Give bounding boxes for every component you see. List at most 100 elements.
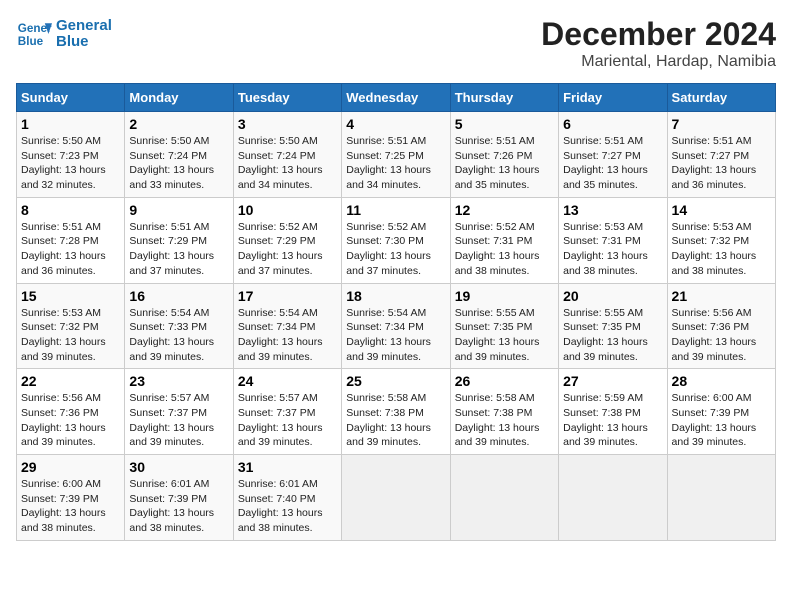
day-number: 17 bbox=[238, 288, 337, 304]
day-info: Sunrise: 6:01 AMSunset: 7:40 PMDaylight:… bbox=[238, 477, 337, 536]
day-info: Sunrise: 5:50 AMSunset: 7:23 PMDaylight:… bbox=[21, 134, 120, 193]
day-number: 10 bbox=[238, 202, 337, 218]
col-sunday: Sunday bbox=[17, 84, 125, 112]
day-number: 30 bbox=[129, 459, 228, 475]
day-cell: 25 Sunrise: 5:58 AMSunset: 7:38 PMDayligh… bbox=[342, 369, 450, 455]
col-thursday: Thursday bbox=[450, 84, 558, 112]
day-info: Sunrise: 5:51 AMSunset: 7:28 PMDaylight:… bbox=[21, 220, 120, 279]
day-cell: 31 Sunrise: 6:01 AMSunset: 7:40 PMDayligh… bbox=[233, 455, 341, 541]
day-cell: 1Sunrise: 5:50 AMSunset: 7:23 PMDaylight… bbox=[17, 112, 125, 198]
calendar-row: 22 Sunrise: 5:56 AMSunset: 7:36 PMDayligh… bbox=[17, 369, 776, 455]
day-info: Sunrise: 5:57 AMSunset: 7:37 PMDaylight:… bbox=[129, 391, 228, 450]
day-info: Sunrise: 5:56 AMSunset: 7:36 PMDaylight:… bbox=[21, 391, 120, 450]
day-cell: 15 Sunrise: 5:53 AMSunset: 7:32 PMDayligh… bbox=[17, 283, 125, 369]
day-number: 28 bbox=[672, 373, 771, 389]
day-cell: 10 Sunrise: 5:52 AMSunset: 7:29 PMDayligh… bbox=[233, 197, 341, 283]
day-info: Sunrise: 5:54 AMSunset: 7:34 PMDaylight:… bbox=[346, 306, 445, 365]
day-cell: 21Sunrise: 5:56 AMSunset: 7:36 PMDayligh… bbox=[667, 283, 775, 369]
col-monday: Monday bbox=[125, 84, 233, 112]
day-info: Sunrise: 5:52 AMSunset: 7:30 PMDaylight:… bbox=[346, 220, 445, 279]
calendar-row: 29 Sunrise: 6:00 AMSunset: 7:39 PMDayligh… bbox=[17, 455, 776, 541]
day-number: 3 bbox=[238, 116, 337, 132]
day-info: Sunrise: 6:00 AMSunset: 7:39 PMDaylight:… bbox=[21, 477, 120, 536]
day-info: Sunrise: 5:58 AMSunset: 7:38 PMDaylight:… bbox=[346, 391, 445, 450]
day-info: Sunrise: 5:51 AMSunset: 7:26 PMDaylight:… bbox=[455, 134, 554, 193]
logo-icon: General Blue bbox=[16, 16, 52, 52]
day-cell: 24 Sunrise: 5:57 AMSunset: 7:37 PMDayligh… bbox=[233, 369, 341, 455]
day-info: Sunrise: 5:53 AMSunset: 7:31 PMDaylight:… bbox=[563, 220, 662, 279]
day-cell: 16 Sunrise: 5:54 AMSunset: 7:33 PMDayligh… bbox=[125, 283, 233, 369]
day-number: 20 bbox=[563, 288, 662, 304]
day-cell: 26 Sunrise: 5:58 AMSunset: 7:38 PMDayligh… bbox=[450, 369, 558, 455]
day-info: Sunrise: 5:52 AMSunset: 7:29 PMDaylight:… bbox=[238, 220, 337, 279]
day-cell: 19 Sunrise: 5:55 AMSunset: 7:35 PMDayligh… bbox=[450, 283, 558, 369]
day-cell: 30 Sunrise: 6:01 AMSunset: 7:39 PMDayligh… bbox=[125, 455, 233, 541]
day-cell: 13 Sunrise: 5:53 AMSunset: 7:31 PMDayligh… bbox=[559, 197, 667, 283]
calendar-row: 15 Sunrise: 5:53 AMSunset: 7:32 PMDayligh… bbox=[17, 283, 776, 369]
day-info: Sunrise: 6:01 AMSunset: 7:39 PMDaylight:… bbox=[129, 477, 228, 536]
day-cell: 27Sunrise: 5:59 AMSunset: 7:38 PMDayligh… bbox=[559, 369, 667, 455]
day-number: 26 bbox=[455, 373, 554, 389]
day-number: 31 bbox=[238, 459, 337, 475]
day-number: 22 bbox=[21, 373, 120, 389]
day-number: 25 bbox=[346, 373, 445, 389]
day-info: Sunrise: 5:53 AMSunset: 7:32 PMDaylight:… bbox=[21, 306, 120, 365]
day-info: Sunrise: 5:51 AMSunset: 7:27 PMDaylight:… bbox=[672, 134, 771, 193]
day-cell: 23 Sunrise: 5:57 AMSunset: 7:37 PMDayligh… bbox=[125, 369, 233, 455]
day-cell: 11Sunrise: 5:52 AMSunset: 7:30 PMDayligh… bbox=[342, 197, 450, 283]
day-number: 6 bbox=[563, 116, 662, 132]
day-cell: 12 Sunrise: 5:52 AMSunset: 7:31 PMDayligh… bbox=[450, 197, 558, 283]
page-subtitle: Mariental, Hardap, Namibia bbox=[541, 53, 776, 71]
day-info: Sunrise: 5:51 AMSunset: 7:27 PMDaylight:… bbox=[563, 134, 662, 193]
logo: General Blue General Blue bbox=[16, 16, 112, 52]
day-cell: 22 Sunrise: 5:56 AMSunset: 7:36 PMDayligh… bbox=[17, 369, 125, 455]
day-number: 8 bbox=[21, 202, 120, 218]
day-number: 9 bbox=[129, 202, 228, 218]
day-info: Sunrise: 5:50 AMSunset: 7:24 PMDaylight:… bbox=[129, 134, 228, 193]
day-number: 27 bbox=[563, 373, 662, 389]
day-number: 16 bbox=[129, 288, 228, 304]
day-number: 18 bbox=[346, 288, 445, 304]
calendar-table: Sunday Monday Tuesday Wednesday Thursday… bbox=[16, 83, 776, 541]
day-cell: 3 Sunrise: 5:50 AMSunset: 7:24 PMDaylight… bbox=[233, 112, 341, 198]
day-number: 19 bbox=[455, 288, 554, 304]
day-info: Sunrise: 5:54 AMSunset: 7:33 PMDaylight:… bbox=[129, 306, 228, 365]
day-number: 29 bbox=[21, 459, 120, 475]
col-saturday: Saturday bbox=[667, 84, 775, 112]
day-number: 7 bbox=[672, 116, 771, 132]
day-number: 12 bbox=[455, 202, 554, 218]
day-cell: 17 Sunrise: 5:54 AMSunset: 7:34 PMDayligh… bbox=[233, 283, 341, 369]
col-friday: Friday bbox=[559, 84, 667, 112]
day-info: Sunrise: 5:58 AMSunset: 7:38 PMDaylight:… bbox=[455, 391, 554, 450]
day-info: Sunrise: 5:54 AMSunset: 7:34 PMDaylight:… bbox=[238, 306, 337, 365]
day-number: 24 bbox=[238, 373, 337, 389]
calendar-row: 1Sunrise: 5:50 AMSunset: 7:23 PMDaylight… bbox=[17, 112, 776, 198]
day-cell: 29 Sunrise: 6:00 AMSunset: 7:39 PMDayligh… bbox=[17, 455, 125, 541]
empty-cell bbox=[342, 455, 450, 541]
day-cell: 6 Sunrise: 5:51 AMSunset: 7:27 PMDaylight… bbox=[559, 112, 667, 198]
day-info: Sunrise: 5:55 AMSunset: 7:35 PMDaylight:… bbox=[455, 306, 554, 365]
day-info: Sunrise: 5:50 AMSunset: 7:24 PMDaylight:… bbox=[238, 134, 337, 193]
day-info: Sunrise: 5:51 AMSunset: 7:25 PMDaylight:… bbox=[346, 134, 445, 193]
calendar-header-row: Sunday Monday Tuesday Wednesday Thursday… bbox=[17, 84, 776, 112]
empty-cell bbox=[450, 455, 558, 541]
logo-line1: General bbox=[56, 18, 112, 35]
day-number: 5 bbox=[455, 116, 554, 132]
day-cell: 20Sunrise: 5:55 AMSunset: 7:35 PMDayligh… bbox=[559, 283, 667, 369]
day-info: Sunrise: 5:52 AMSunset: 7:31 PMDaylight:… bbox=[455, 220, 554, 279]
day-cell: 8 Sunrise: 5:51 AMSunset: 7:28 PMDaylight… bbox=[17, 197, 125, 283]
day-number: 23 bbox=[129, 373, 228, 389]
day-cell: 4Sunrise: 5:51 AMSunset: 7:25 PMDaylight… bbox=[342, 112, 450, 198]
calendar-row: 8 Sunrise: 5:51 AMSunset: 7:28 PMDaylight… bbox=[17, 197, 776, 283]
day-number: 2 bbox=[129, 116, 228, 132]
day-cell: 9 Sunrise: 5:51 AMSunset: 7:29 PMDaylight… bbox=[125, 197, 233, 283]
title-area: December 2024 Mariental, Hardap, Namibia bbox=[541, 16, 776, 71]
day-cell: 28Sunrise: 6:00 AMSunset: 7:39 PMDayligh… bbox=[667, 369, 775, 455]
day-number: 15 bbox=[21, 288, 120, 304]
day-info: Sunrise: 5:56 AMSunset: 7:36 PMDaylight:… bbox=[672, 306, 771, 365]
day-number: 13 bbox=[563, 202, 662, 218]
day-cell: 5 Sunrise: 5:51 AMSunset: 7:26 PMDaylight… bbox=[450, 112, 558, 198]
day-info: Sunrise: 5:51 AMSunset: 7:29 PMDaylight:… bbox=[129, 220, 228, 279]
day-info: Sunrise: 5:57 AMSunset: 7:37 PMDaylight:… bbox=[238, 391, 337, 450]
empty-cell bbox=[559, 455, 667, 541]
